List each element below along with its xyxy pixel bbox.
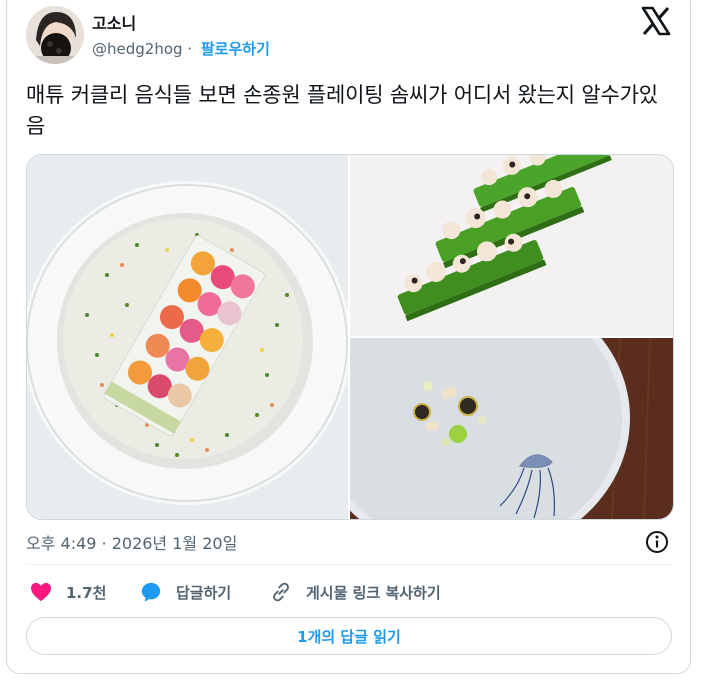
- author-handle-row: @hedg2hog · 팔로우하기: [92, 38, 270, 59]
- info-icon[interactable]: [644, 529, 670, 555]
- post-text: 매튜 커클리 음식들 보면 손종원 플레이팅 솜씨가 어디서 왔는지 알수가있음: [26, 83, 658, 138]
- copy-link-button[interactable]: 게시물 링크 복사하기: [270, 579, 441, 605]
- likes-count: 1.7천: [66, 583, 107, 602]
- link-icon: [273, 582, 289, 602]
- like-button[interactable]: 1.7천: [30, 579, 106, 605]
- avatar[interactable]: [26, 6, 84, 64]
- reply-bubble-icon: [141, 582, 161, 602]
- heart-icon: [31, 582, 51, 602]
- photo-green-bars[interactable]: [350, 155, 673, 336]
- x-logo-icon[interactable]: [640, 5, 672, 37]
- photo-jellyfish-plate[interactable]: [350, 338, 673, 519]
- follow-button[interactable]: 팔로우하기: [201, 40, 270, 58]
- reply-button[interactable]: 답글하기: [140, 579, 231, 605]
- handle-separator: ·: [187, 40, 193, 58]
- divider: [26, 564, 672, 565]
- author-name[interactable]: 고소니: [92, 10, 136, 34]
- media-grid: [26, 154, 674, 520]
- photo-terrine-bowl[interactable]: [27, 155, 348, 519]
- post-timestamp[interactable]: 오후 4:49 · 2026년 1월 20일: [26, 530, 237, 554]
- copy-link-label: 게시물 링크 복사하기: [306, 583, 441, 602]
- reply-label: 답글하기: [176, 583, 232, 602]
- read-replies-button[interactable]: 1개의 답글 읽기: [26, 617, 672, 655]
- author-handle[interactable]: @hedg2hog: [92, 40, 183, 58]
